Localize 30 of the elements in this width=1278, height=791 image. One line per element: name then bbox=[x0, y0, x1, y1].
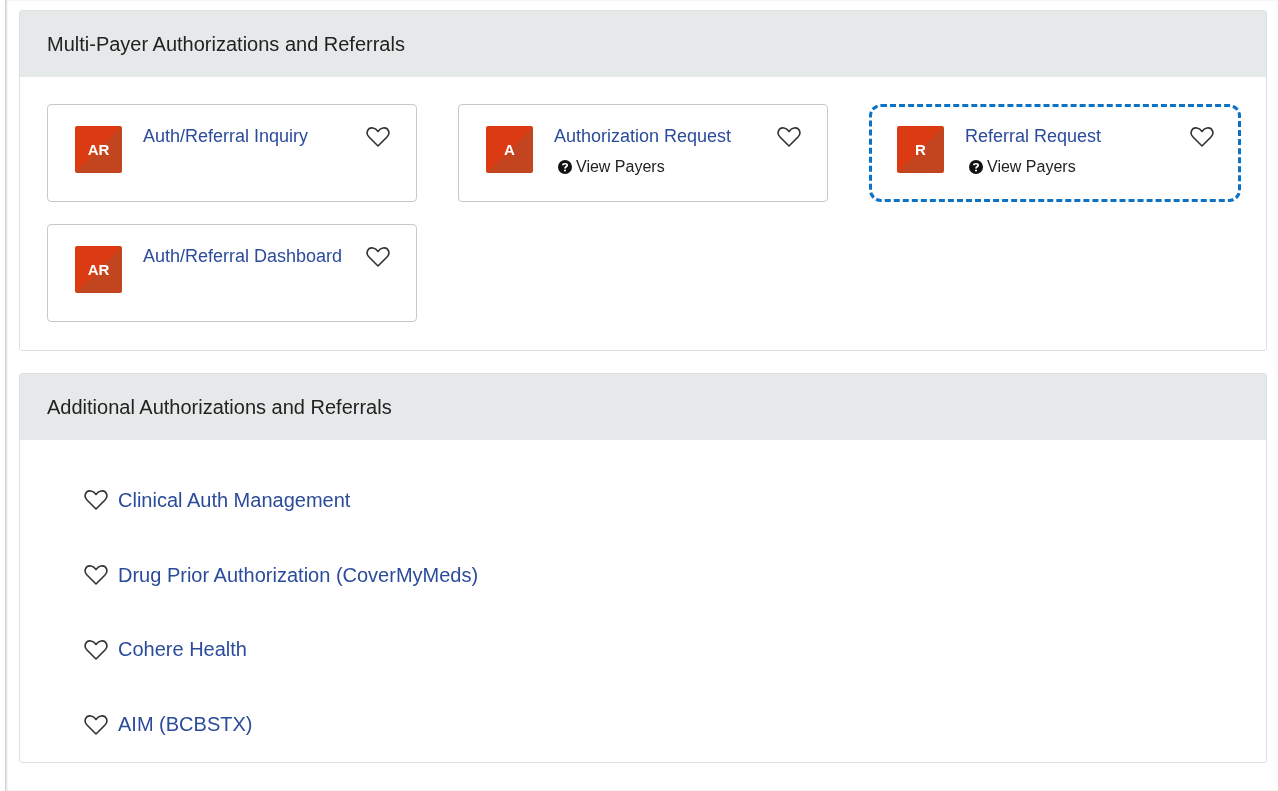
tile-link[interactable]: Authorization Request bbox=[554, 126, 756, 147]
heart-icon[interactable] bbox=[84, 638, 108, 661]
app-badge: AR bbox=[75, 246, 122, 293]
section-header: Additional Authorizations and Referrals bbox=[20, 374, 1266, 440]
heart-icon[interactable] bbox=[84, 564, 108, 587]
app-badge: A bbox=[486, 126, 533, 173]
tile-link[interactable]: Referral Request bbox=[965, 126, 1169, 147]
app-tile[interactable]: A Authorization Request View Payers bbox=[458, 104, 828, 202]
app-tile[interactable]: AR Auth/Referral Inquiry bbox=[47, 104, 417, 202]
help-icon bbox=[969, 160, 983, 174]
help-icon bbox=[558, 160, 572, 174]
view-payers-link[interactable]: View Payers bbox=[576, 158, 665, 176]
app-tile[interactable]: AR Auth/Referral Dashboard bbox=[47, 224, 417, 322]
heart-icon[interactable] bbox=[84, 489, 108, 512]
app-link[interactable]: AIM (BCBSTX) bbox=[118, 713, 253, 737]
heart-icon[interactable] bbox=[366, 246, 390, 268]
app-badge: AR bbox=[75, 126, 122, 173]
app-link[interactable]: Drug Prior Authorization (CoverMyMeds) bbox=[118, 563, 479, 587]
tile-link[interactable]: Auth/Referral Dashboard bbox=[143, 246, 345, 267]
app-badge: R bbox=[897, 126, 944, 173]
section-header: Multi-Payer Authorizations and Referrals bbox=[20, 11, 1266, 77]
app-link[interactable]: Clinical Auth Management bbox=[118, 488, 351, 512]
app-tile[interactable]: R Referral Request View Payers bbox=[869, 104, 1241, 202]
heart-icon[interactable] bbox=[777, 126, 801, 148]
heart-icon[interactable] bbox=[1190, 126, 1214, 148]
heart-icon[interactable] bbox=[84, 713, 108, 736]
heart-icon[interactable] bbox=[366, 126, 390, 148]
view-payers-link[interactable]: View Payers bbox=[987, 158, 1076, 176]
app-link[interactable]: Cohere Health bbox=[118, 638, 247, 662]
tile-link[interactable]: Auth/Referral Inquiry bbox=[143, 126, 345, 147]
